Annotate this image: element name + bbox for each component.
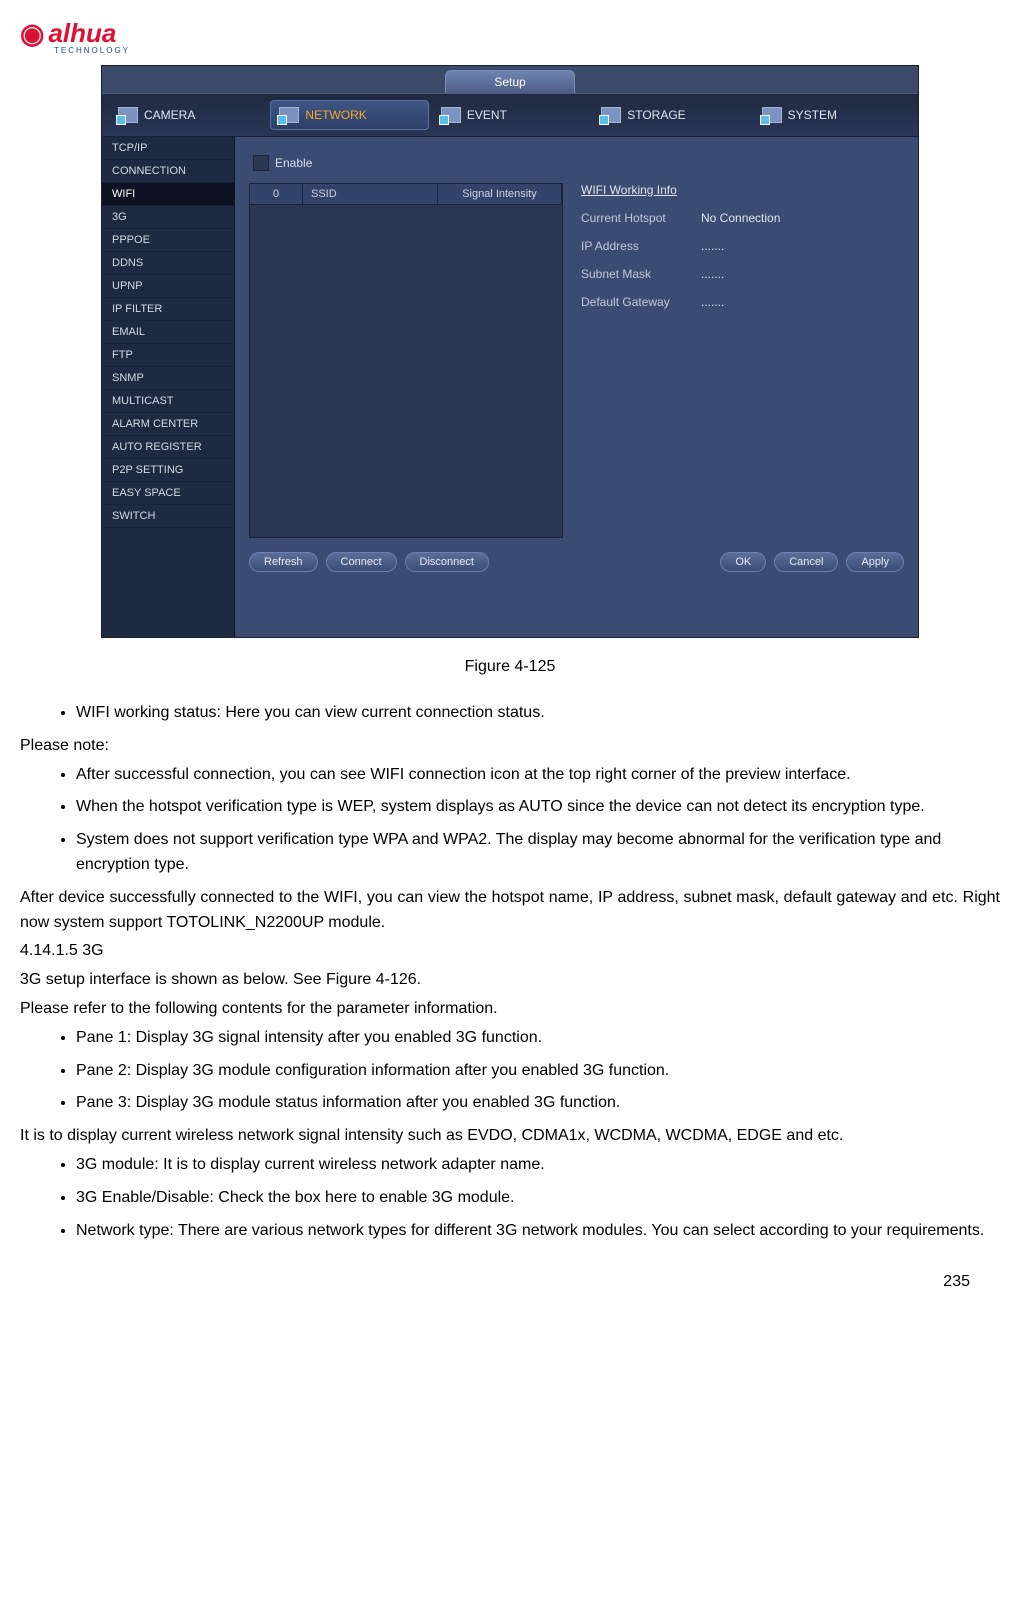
col-index: 0 (250, 184, 303, 204)
bullet-nettype: Network type: There are various network … (76, 1219, 1000, 1244)
sidebar-item-tcpip[interactable]: TCP/IP (102, 137, 234, 160)
event-icon (441, 107, 461, 123)
sidebar-item-alarmcenter[interactable]: ALARM CENTER (102, 413, 234, 436)
section-3g: 4.14.1.5 3G (20, 939, 1000, 964)
tab-event[interactable]: EVENT (433, 100, 589, 130)
setup-screenshot: Setup CAMERA NETWORK EVENT STORAGE SYSTE… (101, 65, 919, 638)
bullet-pane1: Pane 1: Display 3G signal intensity afte… (76, 1026, 1000, 1051)
bullet-3genable: 3G Enable/Disable: Check the box here to… (76, 1186, 1000, 1211)
tab-network[interactable]: NETWORK (270, 100, 428, 130)
sidebar-item-ddns[interactable]: DDNS (102, 252, 234, 275)
bullet-wifi-status: WIFI working status: Here you can view c… (76, 701, 1000, 726)
gateway-label: Default Gateway (581, 295, 701, 309)
mask-value: ....... (701, 267, 724, 281)
refresh-button[interactable]: Refresh (249, 552, 318, 572)
please-note: Please note: (20, 734, 1000, 759)
para-refer: Please refer to the following contents f… (20, 997, 1000, 1022)
bullet-pane2: Pane 2: Display 3G module configuration … (76, 1059, 1000, 1084)
sidebar-item-upnp[interactable]: UPNP (102, 275, 234, 298)
sidebar-item-multicast[interactable]: MULTICAST (102, 390, 234, 413)
setup-tab[interactable]: Setup (445, 70, 574, 93)
bullet-after-conn: After successful connection, you can see… (76, 763, 1000, 788)
hotspot-label: Current Hotspot (581, 211, 701, 225)
sidebar-item-connection[interactable]: CONNECTION (102, 160, 234, 183)
tab-storage[interactable]: STORAGE (593, 100, 749, 130)
sidebar-item-3g[interactable]: 3G (102, 206, 234, 229)
bullet-3gmodule: 3G module: It is to display current wire… (76, 1153, 1000, 1178)
ip-label: IP Address (581, 239, 701, 253)
wifi-info-panel: WIFI Working Info Current HotspotNo Conn… (581, 183, 904, 538)
camera-icon (118, 107, 138, 123)
enable-label: Enable (275, 156, 312, 170)
bullet-pane3: Pane 3: Display 3G module status informa… (76, 1091, 1000, 1116)
tab-camera[interactable]: CAMERA (110, 100, 266, 130)
disconnect-button[interactable]: Disconnect (405, 552, 489, 572)
hotspot-value: No Connection (701, 211, 780, 225)
sidebar-item-autoregister[interactable]: AUTO REGISTER (102, 436, 234, 459)
para-totolink: After device successfully connected to t… (20, 886, 1000, 936)
connect-button[interactable]: Connect (326, 552, 397, 572)
info-title: WIFI Working Info (581, 183, 904, 197)
sidebar-item-p2p[interactable]: P2P SETTING (102, 459, 234, 482)
cancel-button[interactable]: Cancel (774, 552, 838, 572)
brand-logo: ◉ alhua TECHNOLOGY (20, 20, 1000, 55)
wifi-list[interactable]: 0 SSID Signal Intensity (249, 183, 563, 538)
system-icon (762, 107, 782, 123)
figure-caption: Figure 4-125 (20, 658, 1000, 676)
ok-button[interactable]: OK (720, 552, 766, 572)
bullet-wpa: System does not support verification typ… (76, 828, 1000, 878)
side-nav: TCP/IP CONNECTION WIFI 3G PPPOE DDNS UPN… (102, 137, 235, 637)
bullet-wep: When the hotspot verification type is WE… (76, 795, 1000, 820)
sidebar-item-snmp[interactable]: SNMP (102, 367, 234, 390)
enable-checkbox[interactable] (253, 155, 269, 171)
gateway-value: ....... (701, 295, 724, 309)
col-signal: Signal Intensity (438, 184, 562, 204)
sidebar-item-email[interactable]: EMAIL (102, 321, 234, 344)
para-3g-figref: 3G setup interface is shown as below. Se… (20, 968, 1000, 993)
storage-icon (601, 107, 621, 123)
sidebar-item-ipfilter[interactable]: IP FILTER (102, 298, 234, 321)
page-number: 235 (20, 1273, 1000, 1291)
sidebar-item-wifi[interactable]: WIFI (102, 183, 234, 206)
sidebar-item-ftp[interactable]: FTP (102, 344, 234, 367)
sidebar-item-switch[interactable]: SWITCH (102, 505, 234, 528)
tab-system[interactable]: SYSTEM (754, 100, 910, 130)
sidebar-item-easyspace[interactable]: EASY SPACE (102, 482, 234, 505)
col-ssid: SSID (303, 184, 438, 204)
sidebar-item-pppoe[interactable]: PPPOE (102, 229, 234, 252)
network-icon (279, 107, 299, 123)
ip-value: ....... (701, 239, 724, 253)
mask-label: Subnet Mask (581, 267, 701, 281)
para-signal: It is to display current wireless networ… (20, 1124, 1000, 1149)
apply-button[interactable]: Apply (846, 552, 904, 572)
